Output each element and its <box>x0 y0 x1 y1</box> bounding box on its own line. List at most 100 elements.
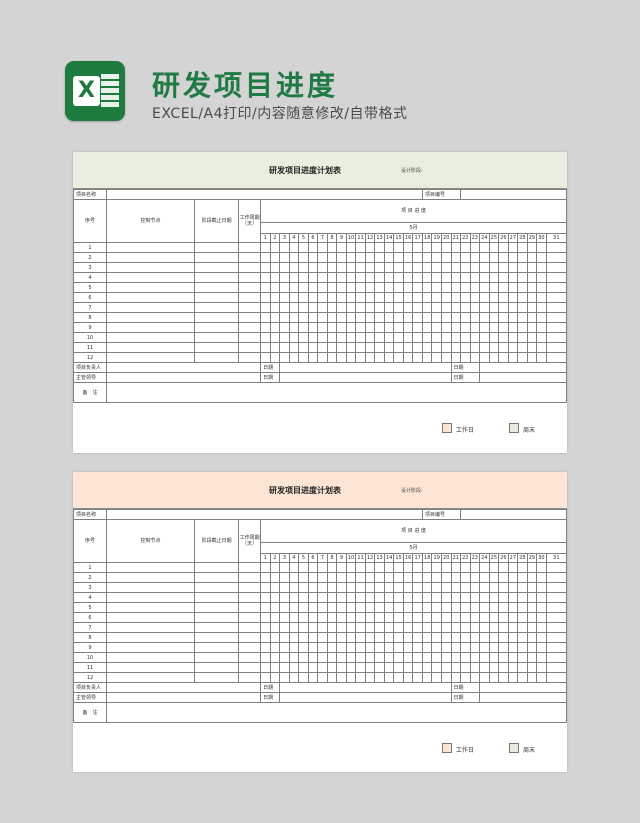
day-cell[interactable] <box>355 262 366 273</box>
day-cell[interactable] <box>269 632 281 643</box>
owner-date-field[interactable] <box>279 362 452 373</box>
day-cell[interactable] <box>355 592 366 603</box>
table-cell[interactable] <box>106 322 196 333</box>
day-cell[interactable] <box>298 252 309 263</box>
day-cell[interactable] <box>536 292 547 303</box>
day-cell[interactable] <box>326 242 338 253</box>
day-cell[interactable] <box>298 672 309 683</box>
day-cell[interactable] <box>336 262 347 273</box>
day-cell[interactable] <box>421 582 433 593</box>
day-cell[interactable] <box>355 662 366 673</box>
day-cell[interactable] <box>441 652 452 663</box>
day-cell[interactable] <box>441 582 452 593</box>
day-cell[interactable] <box>421 352 433 363</box>
day-cell[interactable] <box>374 332 385 343</box>
day-cell[interactable] <box>402 612 414 623</box>
day-cell[interactable] <box>374 242 385 253</box>
table-cell[interactable] <box>238 292 262 303</box>
day-cell[interactable] <box>288 612 300 623</box>
day-cell[interactable] <box>317 642 328 653</box>
day-cell[interactable] <box>383 282 395 293</box>
day-cell[interactable] <box>298 622 309 633</box>
day-cell[interactable] <box>326 622 338 633</box>
day-cell[interactable] <box>298 272 309 283</box>
day-cell[interactable] <box>364 632 376 643</box>
day-cell[interactable] <box>431 312 442 323</box>
day-cell[interactable] <box>479 562 490 573</box>
day-cell[interactable] <box>421 592 433 603</box>
day-cell[interactable] <box>383 622 395 633</box>
day-cell[interactable] <box>364 262 376 273</box>
day-cell[interactable] <box>317 282 328 293</box>
table-cell[interactable] <box>194 562 240 573</box>
table-cell[interactable] <box>194 572 240 583</box>
day-cell[interactable] <box>383 242 395 253</box>
day-cell[interactable] <box>460 572 471 583</box>
day-cell[interactable] <box>374 672 385 683</box>
manager-date-field[interactable] <box>279 372 452 383</box>
day-cell[interactable] <box>450 622 462 633</box>
day-cell[interactable] <box>517 322 528 333</box>
day-cell[interactable] <box>260 242 271 253</box>
day-cell[interactable] <box>488 302 500 313</box>
day-cell[interactable] <box>479 632 490 643</box>
day-cell[interactable] <box>364 252 376 263</box>
day-cell[interactable] <box>307 302 319 313</box>
day-cell[interactable] <box>536 672 547 683</box>
day-cell[interactable] <box>536 582 547 593</box>
day-cell[interactable] <box>279 252 290 263</box>
day-cell[interactable] <box>450 272 462 283</box>
day-cell[interactable] <box>517 352 528 363</box>
day-cell[interactable] <box>507 582 519 593</box>
day-cell[interactable] <box>269 332 281 343</box>
day-cell[interactable] <box>307 632 319 643</box>
day-cell[interactable] <box>450 342 462 353</box>
day-cell[interactable] <box>393 612 404 623</box>
day-cell[interactable] <box>469 242 481 253</box>
day-cell[interactable] <box>469 332 481 343</box>
table-cell[interactable] <box>238 662 262 673</box>
day-cell[interactable] <box>431 252 442 263</box>
day-cell[interactable] <box>279 642 290 653</box>
table-cell[interactable] <box>106 652 196 663</box>
day-cell[interactable] <box>279 322 290 333</box>
day-cell[interactable] <box>298 312 309 323</box>
day-cell[interactable] <box>336 592 347 603</box>
day-cell[interactable] <box>288 342 300 353</box>
table-cell[interactable] <box>238 612 262 623</box>
day-cell[interactable] <box>412 252 423 263</box>
manager-date2-field[interactable] <box>479 372 567 383</box>
table-cell[interactable] <box>194 302 240 313</box>
day-cell[interactable] <box>307 292 319 303</box>
day-cell[interactable] <box>307 572 319 583</box>
table-cell[interactable] <box>106 572 196 583</box>
day-cell[interactable] <box>536 592 547 603</box>
day-cell[interactable] <box>441 332 452 343</box>
day-cell[interactable] <box>317 632 328 643</box>
day-cell[interactable] <box>488 642 500 653</box>
day-cell[interactable] <box>507 252 519 263</box>
day-cell[interactable] <box>345 312 357 323</box>
day-cell[interactable] <box>536 622 547 633</box>
day-cell[interactable] <box>298 562 309 573</box>
day-cell[interactable] <box>421 262 433 273</box>
day-cell[interactable] <box>402 642 414 653</box>
day-cell[interactable] <box>536 632 547 643</box>
day-cell[interactable] <box>536 602 547 613</box>
day-cell[interactable] <box>450 602 462 613</box>
day-cell[interactable] <box>364 642 376 653</box>
day-cell[interactable] <box>545 642 568 653</box>
day-cell[interactable] <box>545 622 568 633</box>
day-cell[interactable] <box>412 562 423 573</box>
day-cell[interactable] <box>526 322 538 333</box>
table-cell[interactable] <box>106 582 196 593</box>
day-cell[interactable] <box>517 622 528 633</box>
day-cell[interactable] <box>507 292 519 303</box>
day-cell[interactable] <box>469 662 481 673</box>
day-cell[interactable] <box>469 592 481 603</box>
day-cell[interactable] <box>431 262 442 273</box>
day-cell[interactable] <box>545 242 568 253</box>
day-cell[interactable] <box>507 352 519 363</box>
day-cell[interactable] <box>393 302 404 313</box>
day-cell[interactable] <box>298 632 309 643</box>
